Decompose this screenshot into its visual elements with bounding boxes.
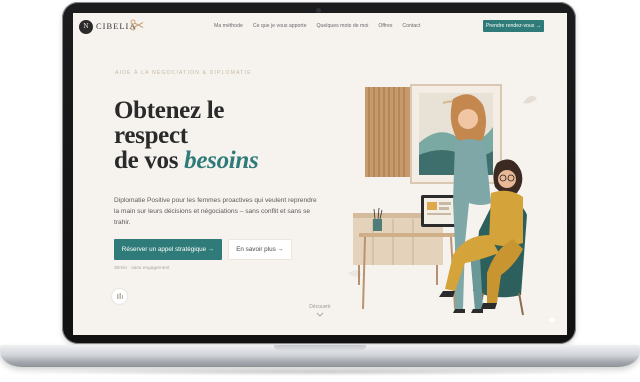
nav-link-offres[interactable]: Offres — [378, 23, 392, 29]
learn-more-button[interactable]: En savoir plus → — [228, 239, 292, 260]
hero-kicker: AIDE À LA NÉGOCIATION & DIPLOMATIE — [115, 70, 252, 76]
headline-line-1: Obtenez le — [114, 97, 225, 124]
website-screen: N CIBELIA Ma méthode Ce que je vous appo… — [73, 13, 567, 335]
nav-link-apport[interactable]: Ce que je vous apporte — [253, 23, 307, 29]
scroll-hint[interactable]: Découvrir — [305, 304, 335, 317]
nav-link-about[interactable]: Quelques mots de moi — [316, 23, 368, 29]
floating-badge[interactable] — [112, 289, 127, 304]
book-call-button[interactable]: Réserver un appel stratégique → — [114, 239, 222, 260]
nav-link-methode[interactable]: Ma méthode — [214, 23, 243, 29]
scroll-hint-label: Découvrir — [309, 304, 331, 310]
hero-description: Diplomatie Positive pour les femmes proa… — [114, 197, 317, 226]
headline-line-3-accent: besoins — [184, 147, 259, 174]
nav-links: Ma méthode Ce que je vous apporte Quelqu… — [214, 23, 420, 29]
headline-line-3-plain: de vos — [114, 147, 179, 174]
logo-badge[interactable]: N — [79, 20, 93, 34]
laptop-base-notch — [274, 345, 366, 351]
scissors-icon — [130, 19, 144, 31]
top-navigation: N CIBELIA Ma méthode Ce que je vous appo… — [73, 13, 567, 41]
hero-illustration — [348, 84, 537, 316]
chevron-down-icon — [316, 312, 324, 317]
nav-link-contact[interactable]: Contact — [402, 23, 420, 29]
sparkle-icon — [547, 315, 557, 325]
headline-line-2: respect — [114, 122, 188, 149]
book-appointment-button[interactable]: Prendre rendez-vous → — [483, 20, 544, 32]
laptop-shadow — [20, 368, 620, 376]
call-duration-note: 30min · sans engagement — [114, 266, 170, 271]
badge-icon — [117, 293, 123, 299]
hero-headline: Obtenez le respect de vos besoins — [114, 98, 324, 173]
